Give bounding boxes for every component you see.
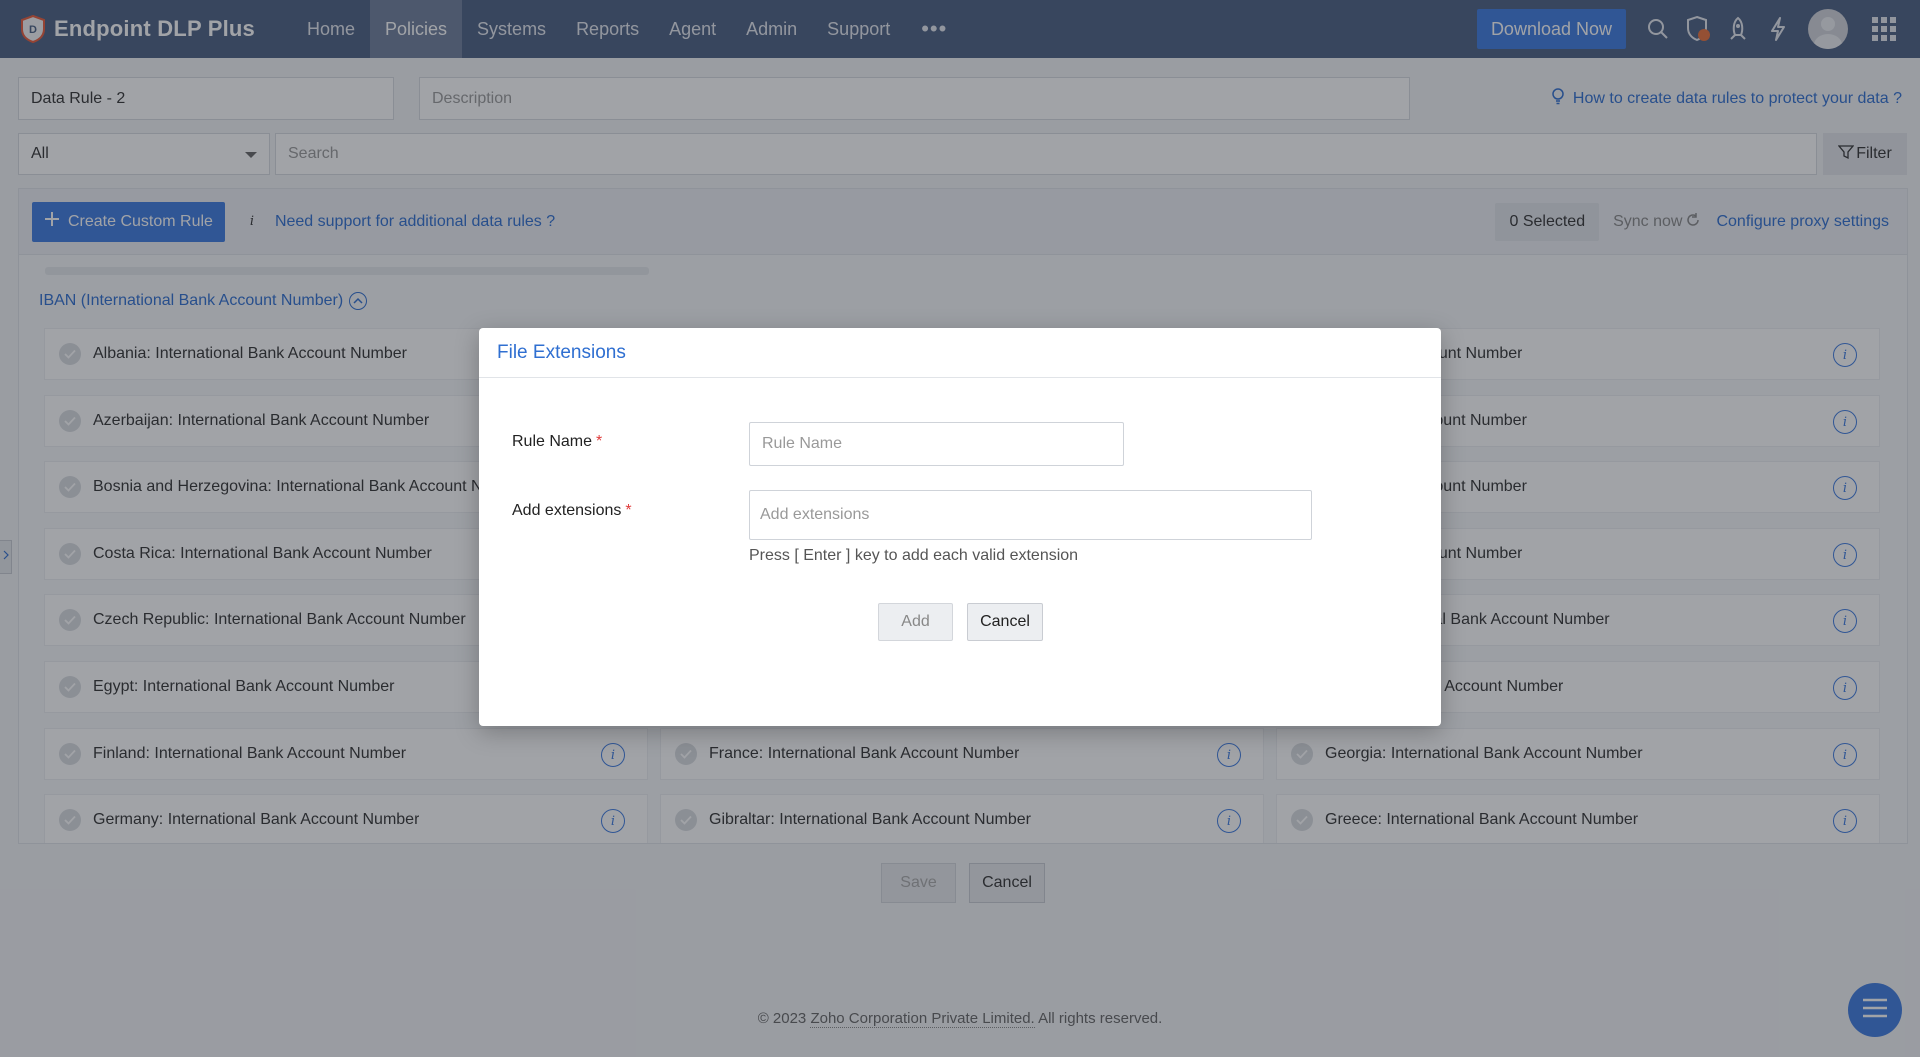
rule-name-label: Rule Name *: [512, 433, 602, 451]
modal-rule-name-input[interactable]: Rule Name: [749, 422, 1124, 466]
modal-cancel-button[interactable]: Cancel: [967, 603, 1043, 641]
required-mark: *: [625, 502, 632, 519]
modal-header: File Extensions: [479, 328, 1441, 378]
add-extensions-label: Add extensions *: [512, 502, 632, 520]
add-extensions-input[interactable]: Add extensions: [749, 490, 1312, 540]
rule-name-label-text: Rule Name: [512, 433, 593, 450]
add-extensions-label-text: Add extensions: [512, 502, 622, 519]
extensions-hint: Press [ Enter ] key to add each valid ex…: [749, 547, 1079, 564]
file-extensions-dialog: File Extensions Rule Name * Rule Name Add…: [479, 328, 1441, 726]
required-mark: *: [596, 433, 603, 450]
add-button[interactable]: Add: [878, 603, 953, 641]
modal-title: File Extensions: [497, 341, 626, 363]
